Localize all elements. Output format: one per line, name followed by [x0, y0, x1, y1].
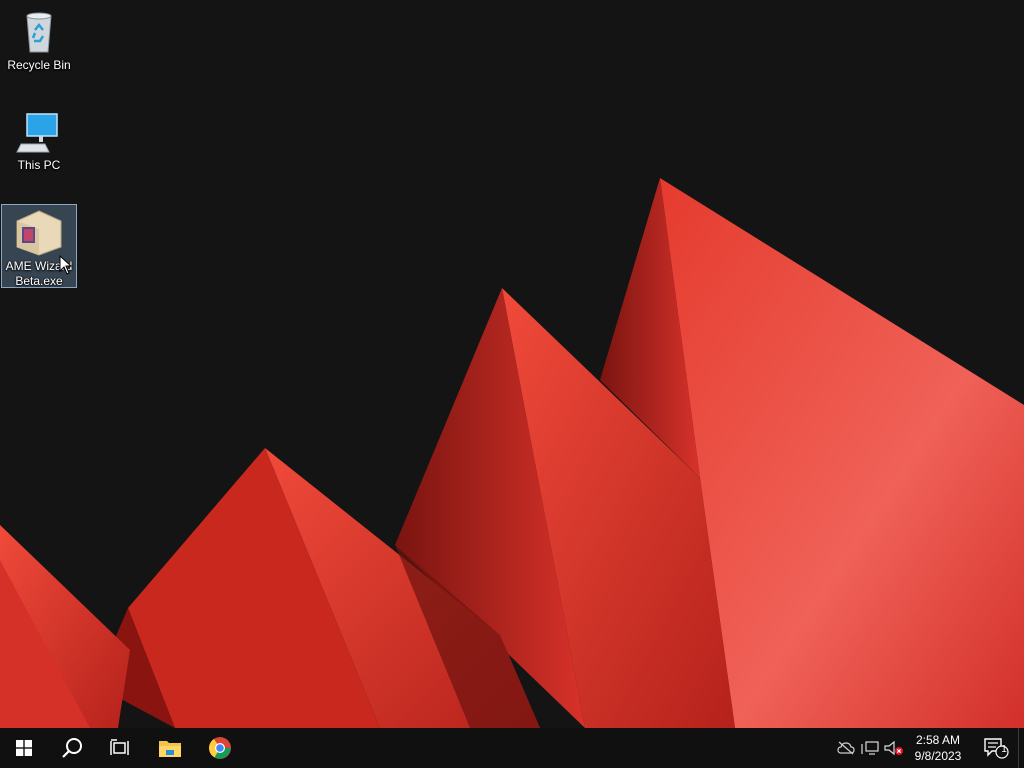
desktop-icon-label: Recycle Bin [7, 58, 71, 72]
taskbar: 2:58 AM 9/8/2023 1 [0, 728, 1024, 768]
clock-date: 9/8/2023 [914, 749, 962, 763]
start-button[interactable] [0, 728, 48, 768]
desktop-wallpaper [0, 0, 1024, 728]
ame-wizard-app-icon [15, 209, 63, 257]
desktop-icon-this-pc[interactable]: This PC [1, 104, 77, 173]
task-view-icon [110, 739, 129, 755]
computer-icon [15, 108, 63, 156]
desktop-icon-label: This PC [17, 158, 61, 172]
search-button[interactable] [48, 728, 96, 768]
windows-logo-icon [16, 740, 32, 756]
network-icon[interactable] [860, 738, 880, 758]
action-center-button[interactable]: 1 [978, 728, 1014, 768]
folder-icon [159, 741, 181, 757]
recycle-bin-icon [15, 8, 63, 56]
taskbar-clock[interactable]: 2:58 AM 9/8/2023 [904, 728, 972, 768]
notification-count-badge: 1 [1001, 744, 1007, 755]
file-explorer-taskbar-button[interactable] [146, 728, 194, 768]
mouse-cursor-icon [59, 255, 73, 275]
volume-muted-icon[interactable] [884, 738, 904, 758]
chrome-icon [209, 737, 231, 759]
chrome-taskbar-button[interactable] [196, 728, 244, 768]
search-icon [62, 738, 82, 758]
show-desktop-button[interactable] [1018, 728, 1024, 768]
clock-time: 2:58 AM [915, 733, 961, 747]
desktop-icon-ame-wizard[interactable]: AME Wizard Beta.exe [1, 204, 77, 288]
task-view-button[interactable] [96, 728, 144, 768]
desktop-icon-recycle-bin[interactable]: Recycle Bin [1, 4, 77, 73]
onedrive-offline-icon[interactable] [836, 738, 856, 758]
